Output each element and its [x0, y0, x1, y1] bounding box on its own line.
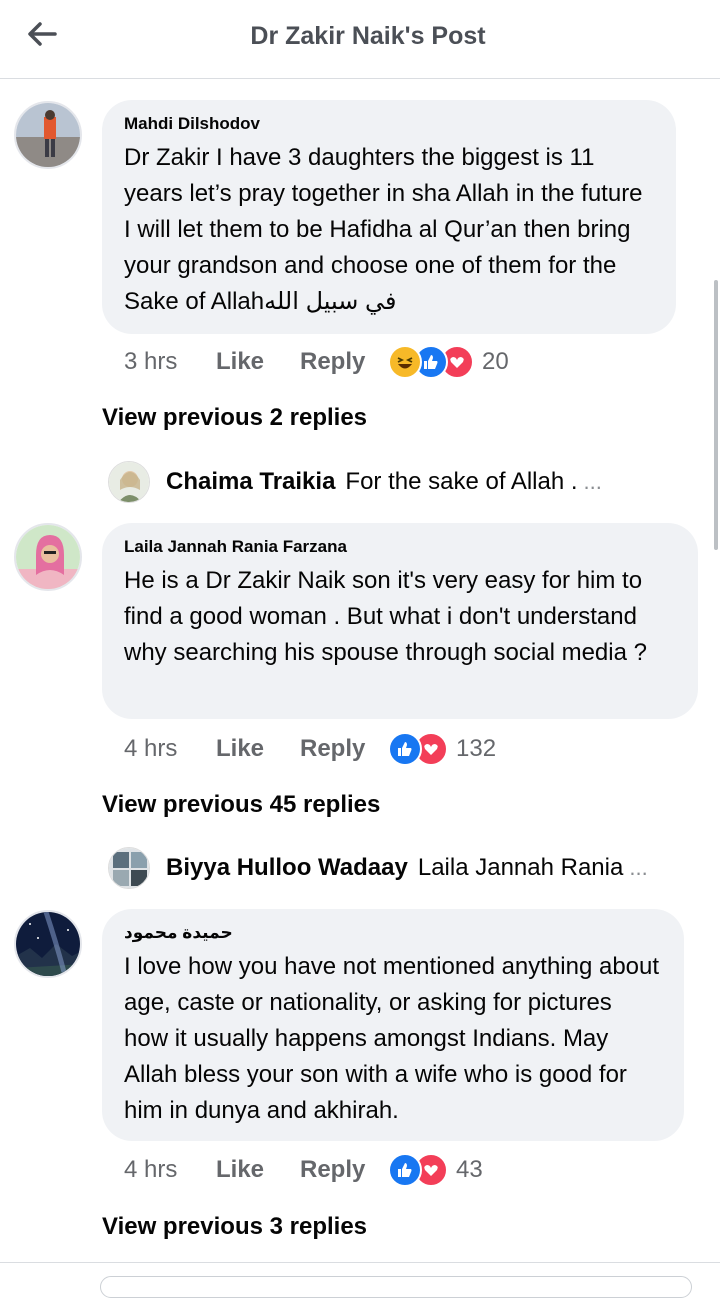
reply-text: Laila Jannah Rania	[417, 854, 624, 881]
latest-reply[interactable]: Biyya Hulloo Wadaay Laila Jannah Rania .…	[108, 846, 668, 890]
reactions-summary[interactable]: 43	[388, 1153, 483, 1187]
like-reaction-icon	[388, 732, 422, 766]
comment-bubble[interactable]: Laila Jannah Rania Farzana He is a Dr Za…	[102, 523, 698, 719]
comment-actions: 3 hrs Like Reply 20	[124, 342, 509, 382]
view-previous-replies[interactable]: View previous 3 replies	[102, 1213, 367, 1241]
comment-time[interactable]: 4 hrs	[124, 1156, 216, 1184]
comment-bubble[interactable]: Mahdi Dilshodov Dr Zakir I have 3 daught…	[102, 100, 676, 334]
avatar[interactable]	[14, 523, 82, 591]
view-previous-replies[interactable]: View previous 2 replies	[102, 404, 367, 432]
avatar[interactable]	[108, 461, 150, 503]
reply-button[interactable]: Reply	[300, 348, 388, 376]
reactions-summary[interactable]: 132	[388, 732, 496, 766]
comment-author[interactable]: حميدة محمود	[124, 923, 662, 943]
reply-text: For the sake of Allah .	[345, 468, 578, 495]
page-title: Dr Zakir Naik's Post	[250, 22, 486, 50]
comment-actions: 4 hrs Like Reply 132	[124, 729, 496, 769]
haha-reaction-icon	[388, 345, 422, 379]
comment-author[interactable]: Mahdi Dilshodov	[124, 114, 654, 134]
reply-button[interactable]: Reply	[300, 735, 388, 763]
comment-text: I love how you have not mentioned anythi…	[124, 953, 660, 1124]
reply-author[interactable]: Chaima Traikia	[166, 468, 335, 496]
comment-time[interactable]: 3 hrs	[124, 348, 216, 376]
reply-author[interactable]: Biyya Hulloo Wadaay	[166, 854, 408, 882]
like-button[interactable]: Like	[216, 1156, 300, 1184]
more-ellipsis: ...	[583, 469, 602, 494]
like-button[interactable]: Like	[216, 348, 300, 376]
reactions-summary[interactable]: 20	[388, 345, 509, 379]
like-button[interactable]: Like	[216, 735, 300, 763]
comment-bubble[interactable]: حميدة محمود I love how you have not ment…	[102, 909, 684, 1141]
avatar[interactable]	[14, 910, 82, 978]
avatar[interactable]	[108, 847, 150, 889]
avatar[interactable]	[14, 101, 82, 169]
view-previous-replies[interactable]: View previous 45 replies	[102, 791, 380, 819]
scrollbar[interactable]	[714, 280, 718, 550]
reaction-count: 132	[456, 735, 497, 762]
comment-text: Dr Zakir I have 3 daughters the biggest …	[124, 144, 643, 315]
like-reaction-icon	[388, 1153, 422, 1187]
reaction-count: 20	[482, 348, 509, 375]
more-ellipsis: ...	[629, 855, 648, 880]
reply-button[interactable]: Reply	[300, 1156, 388, 1184]
latest-reply[interactable]: Chaima Traikia For the sake of Allah . .…	[108, 460, 668, 504]
reaction-count: 43	[456, 1156, 483, 1183]
comment-time[interactable]: 4 hrs	[124, 735, 216, 763]
comment-text: He is a Dr Zakir Naik son it's very easy…	[124, 567, 647, 666]
write-comment-input[interactable]	[100, 1276, 692, 1298]
comment-actions: 4 hrs Like Reply 43	[124, 1150, 483, 1190]
post-header: Dr Zakir Naik's Post	[0, 0, 720, 79]
comment-author[interactable]: Laila Jannah Rania Farzana	[124, 537, 676, 557]
